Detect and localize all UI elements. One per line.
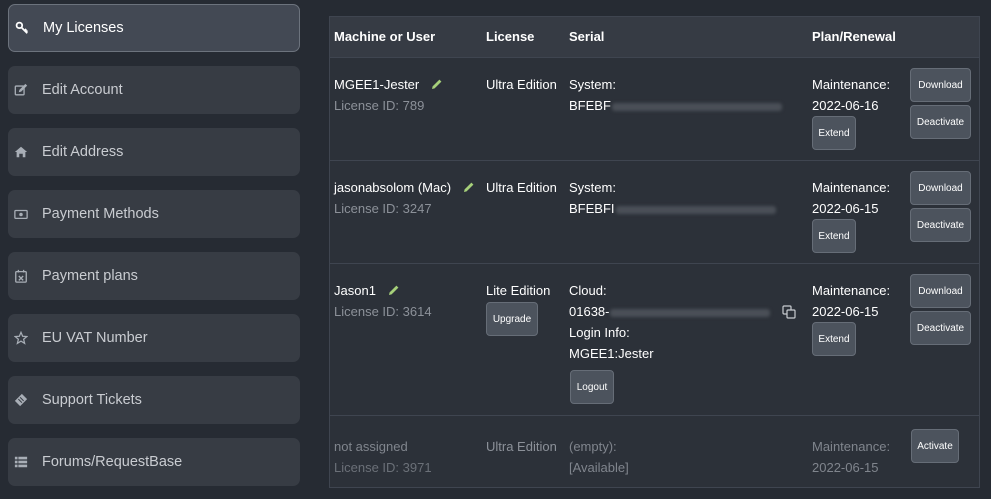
plan-label: Maintenance: <box>812 77 891 92</box>
extend-button[interactable]: Extend <box>812 219 856 253</box>
header-serial: Serial <box>569 29 605 44</box>
plan-cell: Maintenance: 2022-06-16 <box>812 74 890 116</box>
money-icon <box>14 207 28 221</box>
plan-label: Maintenance: <box>812 283 891 298</box>
plan-cell: Maintenance: 2022-06-15 <box>812 177 890 219</box>
sidebar-item-label: Payment plans <box>42 268 138 284</box>
license-id: License ID: 789 <box>334 98 425 113</box>
sidebar-item-eu-vat-number[interactable]: EU VAT Number <box>8 314 300 362</box>
sidebar-item-payment-methods[interactable]: Payment Methods <box>8 190 300 238</box>
sidebar-item-edit-account[interactable]: Edit Account <box>8 66 300 114</box>
redacted-serial <box>611 102 782 111</box>
license-edition: Ultra Edition <box>486 77 557 92</box>
redacted-serial <box>615 205 776 214</box>
sidebar-item-label: EU VAT Number <box>42 330 148 346</box>
machine-name: Jason1 <box>334 283 376 298</box>
sidebar-item-support-tickets[interactable]: Support Tickets <box>8 376 300 424</box>
deactivate-button[interactable]: Deactivate <box>910 311 971 345</box>
license-edition: Ultra Edition <box>486 180 557 195</box>
license-edition: Ultra Edition <box>486 439 557 454</box>
sidebar-item-label: Edit Address <box>42 144 124 160</box>
list-icon <box>14 455 28 469</box>
login-value: MGEE1:Jester <box>569 346 654 361</box>
table-row: Jason1 License ID: 3614 Lite Edition Upg… <box>330 263 979 415</box>
table-row: MGEE1-Jester License ID: 789 Ultra Editi… <box>330 57 979 160</box>
serial-value: [Available] <box>569 460 629 475</box>
sidebar-item-label: Support Tickets <box>42 392 142 408</box>
serial-cell: Cloud: 01638- Login Info: MGEE1:Jester <box>569 280 771 364</box>
serial-label: (empty): <box>569 439 617 454</box>
header-license: License <box>486 29 535 44</box>
serial-label: System: <box>569 180 616 195</box>
upgrade-button[interactable]: Upgrade <box>486 302 538 336</box>
plan-cell: Maintenance: 2022-06-15 <box>812 436 890 478</box>
serial-cell: (empty): [Available] <box>569 436 629 478</box>
serial-value: BFEBFI <box>569 201 615 216</box>
sidebar-item-label: Payment Methods <box>42 206 159 222</box>
machine-name: not assigned <box>334 439 408 454</box>
table-header: Machine or User License Serial Plan/Rene… <box>330 17 979 57</box>
pencil-icon[interactable] <box>388 281 400 295</box>
header-machine: Machine or User <box>334 29 436 44</box>
download-button[interactable]: Download <box>910 274 971 308</box>
deactivate-button[interactable]: Deactivate <box>910 208 971 242</box>
copy-icon[interactable] <box>782 305 796 319</box>
serial-value: BFEBF <box>569 98 611 113</box>
table-row: jasonabsolom (Mac) License ID: 3247 Ultr… <box>330 160 979 263</box>
license-edition: Lite Edition <box>486 283 551 298</box>
login-label: Login Info: <box>569 325 630 340</box>
extend-button[interactable]: Extend <box>812 322 856 356</box>
key-icon <box>15 21 29 35</box>
ticket-icon <box>14 393 28 407</box>
redacted-serial <box>610 308 771 317</box>
sidebar-item-payment-plans[interactable]: Payment plans <box>8 252 300 300</box>
download-button[interactable]: Download <box>910 68 971 102</box>
activate-button[interactable]: Activate <box>911 429 959 463</box>
sidebar-item-label: Edit Account <box>42 82 123 98</box>
machine-cell: jasonabsolom (Mac) License ID: 3247 <box>334 177 475 219</box>
license-id: License ID: 3247 <box>334 201 432 216</box>
machine-cell: not assigned License ID: 3971 <box>334 436 432 478</box>
home-icon <box>14 145 28 159</box>
licenses-table: Machine or User License Serial Plan/Rene… <box>329 16 980 488</box>
pencil-icon[interactable] <box>431 75 443 89</box>
sidebar-item-label: Forums/RequestBase <box>42 454 183 470</box>
plan-label: Maintenance: <box>812 439 891 454</box>
plan-cell: Maintenance: 2022-06-15 <box>812 280 890 322</box>
serial-label: System: <box>569 77 616 92</box>
header-plan: Plan/Renewal <box>812 29 896 44</box>
sidebar-item-forums-requestbase[interactable]: Forums/RequestBase <box>8 438 300 486</box>
serial-cell: System: BFEBFI <box>569 177 776 219</box>
machine-name: jasonabsolom (Mac) <box>334 180 452 195</box>
extend-button[interactable]: Extend <box>812 116 856 150</box>
serial-label: Cloud: <box>569 283 607 298</box>
sidebar-item-edit-address[interactable]: Edit Address <box>8 128 300 176</box>
serial-cell: System: BFEBF <box>569 74 782 116</box>
machine-cell: MGEE1-Jester License ID: 789 <box>334 74 443 116</box>
machine-cell: Jason1 License ID: 3614 <box>334 280 432 322</box>
table-row: not assigned License ID: 3971 Ultra Edit… <box>330 415 979 487</box>
download-button[interactable]: Download <box>910 171 971 205</box>
serial-value: 01638- <box>569 304 610 319</box>
star-icon <box>14 331 28 345</box>
sidebar-item-label: My Licenses <box>43 20 124 36</box>
pencil-icon[interactable] <box>463 178 475 192</box>
plan-date: 2022-06-15 <box>812 201 879 216</box>
machine-name: MGEE1-Jester <box>334 77 420 92</box>
plan-label: Maintenance: <box>812 180 891 195</box>
calendar-icon <box>14 269 28 283</box>
logout-button[interactable]: Logout <box>570 370 614 404</box>
license-id: License ID: 3971 <box>334 460 432 475</box>
edit-icon <box>14 83 28 97</box>
deactivate-button[interactable]: Deactivate <box>910 105 971 139</box>
plan-date: 2022-06-16 <box>812 98 879 113</box>
plan-date: 2022-06-15 <box>812 460 879 475</box>
license-id: License ID: 3614 <box>334 304 432 319</box>
sidebar-item-my-licenses[interactable]: My Licenses <box>8 4 300 52</box>
plan-date: 2022-06-15 <box>812 304 879 319</box>
